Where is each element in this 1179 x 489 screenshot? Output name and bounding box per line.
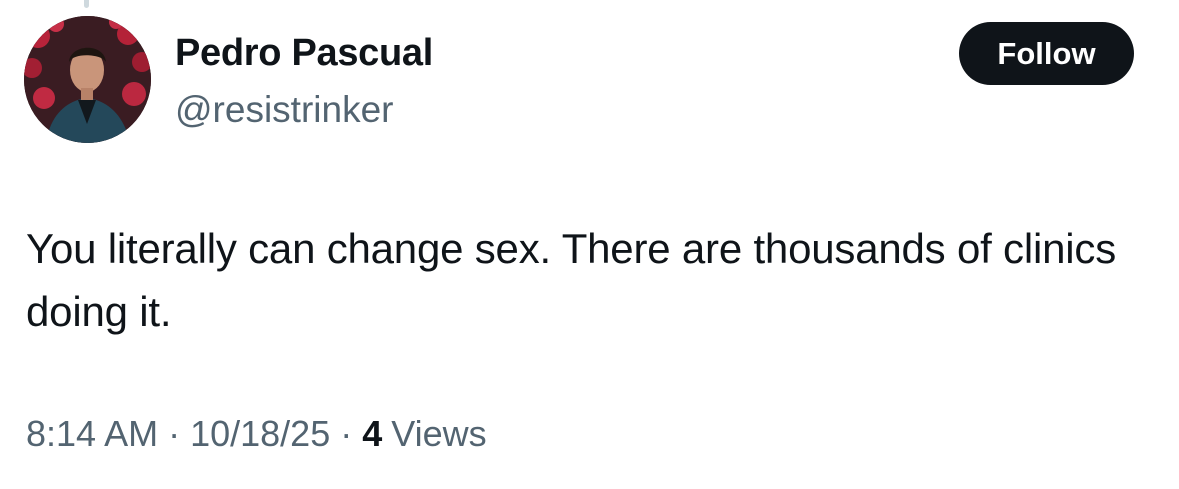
tweet-text: You literally can change sex. There are … xyxy=(26,225,1116,335)
avatar[interactable] xyxy=(24,16,151,143)
user-handle[interactable]: @resistrinker xyxy=(175,89,393,131)
views-label[interactable]: Views xyxy=(391,413,486,455)
meta-separator: · xyxy=(168,413,181,454)
tweet-date[interactable]: 10/18/25 xyxy=(190,413,330,455)
display-name[interactable]: Pedro Pascual xyxy=(175,32,433,75)
follow-button[interactable]: Follow xyxy=(959,22,1134,85)
tweet-meta: 8:14 AM · 10/18/25 · 4 Views xyxy=(26,413,487,455)
meta-separator: · xyxy=(340,413,353,454)
avatar-photo xyxy=(24,16,151,143)
thread-connector-line xyxy=(84,0,89,8)
views-count[interactable]: 4 xyxy=(362,413,382,455)
tweet-card: Pedro Pascual @resistrinker Follow You l… xyxy=(0,0,1179,489)
tweet-time[interactable]: 8:14 AM xyxy=(26,413,158,455)
